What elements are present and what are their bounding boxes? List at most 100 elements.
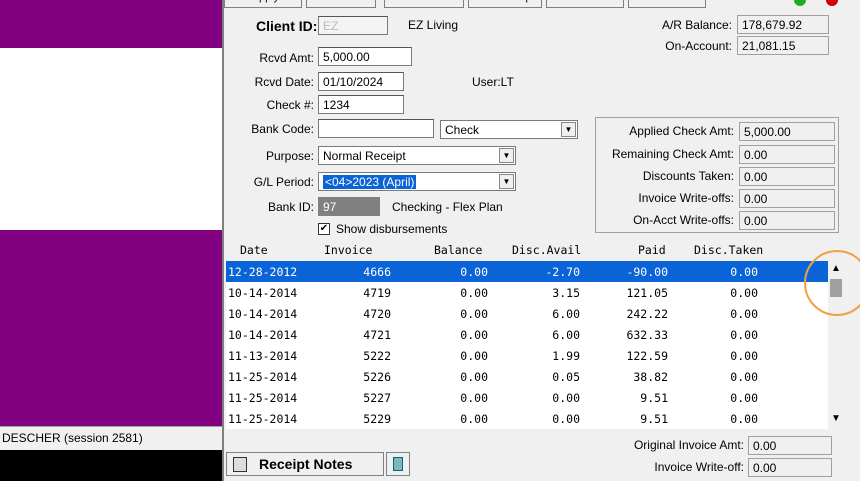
column-header-balance[interactable]: Balance (434, 243, 482, 257)
original-invoice-amt-value: 0.00 (748, 436, 832, 455)
cell-disc-taken: 0.00 (730, 286, 758, 300)
user-label: User:LT (472, 75, 514, 89)
discounts-taken-label: Discounts Taken: (642, 169, 734, 183)
ar-balance-value: 178,679.92 (737, 15, 829, 34)
payment-type-value: Check (445, 123, 480, 137)
table-row[interactable]: 11-25-2014 5227 0.00 0.00 9.51 0.00 (226, 387, 828, 408)
close-icon[interactable] (826, 0, 838, 6)
table-row[interactable]: 11-13-2014 5222 0.00 1.99 122.59 0.00 (226, 345, 828, 366)
cell-invoice: 5227 (363, 391, 391, 405)
table-row[interactable]: 10-14-2014 4720 0.00 6.00 242.22 0.00 (226, 303, 828, 324)
gl-period-select[interactable]: <04>2023 (April) ▼ (318, 172, 516, 191)
on-account-value: 21,081.15 (737, 36, 829, 55)
onacct-writeoffs-value: 0.00 (739, 211, 835, 230)
purpose-label: Purpose: (265, 149, 314, 163)
original-invoice-amt-label: Original Invoice Amt: (633, 438, 744, 452)
payment-type-select[interactable]: Check ▼ (440, 120, 578, 139)
invoice-write-off-label: Invoice Write-off: (654, 460, 744, 474)
cell-balance: 0.00 (460, 265, 488, 279)
purpose-select[interactable]: Normal Receipt ▼ (318, 146, 516, 165)
save-button[interactable]: Save (306, 0, 376, 8)
write-off-invoice-button[interactable]: W/O Inv (384, 0, 464, 8)
chevron-down-icon[interactable]: ▼ (499, 148, 514, 163)
discounts-taken-value: 0.00 (739, 167, 835, 186)
check-no-field[interactable]: 1234 (318, 95, 404, 114)
scroll-down-icon[interactable]: ▼ (828, 413, 844, 427)
cell-paid: 38.82 (633, 370, 668, 384)
delete-button[interactable]: Del (546, 0, 624, 8)
ar-balance-label: A/R Balance: (661, 18, 732, 32)
applied-check-amt-value: 5,000.00 (739, 122, 835, 141)
autoapply-button[interactable]: AutoApply (224, 0, 302, 8)
cell-disc-avail: 1.99 (552, 349, 580, 363)
background-window-top (0, 0, 222, 48)
cell-disc-taken: 0.00 (730, 349, 758, 363)
cell-disc-avail: 0.05 (552, 370, 580, 384)
cell-invoice: 5226 (363, 370, 391, 384)
cell-balance: 0.00 (460, 370, 488, 384)
remaining-check-amt-value: 0.00 (739, 145, 835, 164)
cell-disc-taken: 0.00 (730, 265, 758, 279)
table-row[interactable]: 10-14-2014 4719 0.00 3.15 121.05 0.00 (226, 282, 828, 303)
remaining-check-amt-label: Remaining Check Amt: (611, 147, 734, 161)
cell-disc-avail: 0.00 (552, 412, 580, 426)
column-header-date[interactable]: Date (240, 243, 268, 257)
show-disbursements-label: Show disbursements (336, 222, 448, 236)
background-desktop (0, 450, 222, 481)
bank-code-label: Bank Code: (251, 122, 314, 136)
cell-invoice: 5229 (363, 412, 391, 426)
column-header-disc-avail[interactable]: Disc.Avail (512, 243, 581, 257)
add-next-button[interactable]: Add Next (628, 0, 706, 8)
cell-disc-taken: 0.00 (730, 370, 758, 384)
rcvd-amt-field[interactable]: 5,000.00 (318, 47, 412, 66)
rcvd-date-field[interactable]: 01/10/2024 (318, 72, 404, 91)
cell-paid: 9.51 (640, 412, 668, 426)
cell-date: 11-25-2014 (228, 370, 298, 384)
cell-date: 10-14-2014 (228, 307, 298, 321)
invoice-writeoffs-value: 0.00 (739, 189, 835, 208)
toolbar: AutoApply Save W/O Inv W/O Rcpt Del Add … (224, 0, 860, 8)
attach-notes-button[interactable] (386, 452, 410, 476)
rcvd-date-label: Rcvd Date: (254, 75, 314, 89)
cell-invoice: 4720 (363, 307, 391, 321)
cell-disc-avail: 3.15 (552, 286, 580, 300)
bank-id-description: Checking - Flex Plan (392, 200, 503, 214)
bank-code-field[interactable] (318, 119, 434, 138)
chevron-down-icon[interactable]: ▼ (561, 122, 576, 137)
receipt-notes-label: Receipt Notes (259, 456, 353, 472)
help-icon[interactable] (794, 0, 806, 6)
chevron-down-icon[interactable]: ▼ (499, 174, 514, 189)
cell-date: 11-25-2014 (228, 412, 298, 426)
cell-balance: 0.00 (460, 307, 488, 321)
column-header-disc-taken[interactable]: Disc.Taken (694, 243, 763, 257)
table-row[interactable]: 12-28-2012 4666 0.00 -2.70 -90.00 0.00 (226, 261, 828, 282)
client-name: EZ Living (408, 18, 459, 32)
client-id-label: Client ID: (256, 18, 318, 34)
cell-invoice: 4719 (363, 286, 391, 300)
notes-icon (233, 457, 247, 472)
cell-balance: 0.00 (460, 286, 488, 300)
background-status-bar: DESCHER (session 2581) (0, 426, 222, 450)
write-off-receipt-button[interactable]: W/O Rcpt (468, 0, 542, 8)
table-row[interactable]: 11-25-2014 5229 0.00 0.00 9.51 0.00 (226, 408, 828, 429)
table-row[interactable]: 10-14-2014 4721 0.00 6.00 632.33 0.00 (226, 324, 828, 345)
background-window-bottom (0, 230, 222, 426)
client-id-field[interactable]: EZ (318, 16, 388, 35)
cell-disc-avail: 6.00 (552, 328, 580, 342)
cell-balance: 0.00 (460, 391, 488, 405)
column-header-invoice[interactable]: Invoice (324, 243, 372, 257)
receipt-notes-button[interactable]: Receipt Notes (226, 452, 384, 476)
invoice-grid-header: Date Invoice Balance Disc.Avail Paid Dis… (228, 243, 828, 260)
clipboard-icon (393, 457, 403, 471)
show-disbursements-checkbox[interactable]: ✔ (318, 223, 330, 235)
cell-date: 10-14-2014 (228, 328, 298, 342)
cell-date: 11-25-2014 (228, 391, 298, 405)
on-account-label: On-Account: (665, 39, 732, 53)
gl-period-value: <04>2023 (April) (321, 174, 418, 190)
background-window-content (0, 48, 222, 230)
cell-invoice: 5222 (363, 349, 391, 363)
rcvd-amt-label: Rcvd Amt: (259, 51, 314, 65)
cell-paid: 242.22 (626, 307, 668, 321)
table-row[interactable]: 11-25-2014 5226 0.00 0.05 38.82 0.00 (226, 366, 828, 387)
column-header-paid[interactable]: Paid (638, 243, 666, 257)
